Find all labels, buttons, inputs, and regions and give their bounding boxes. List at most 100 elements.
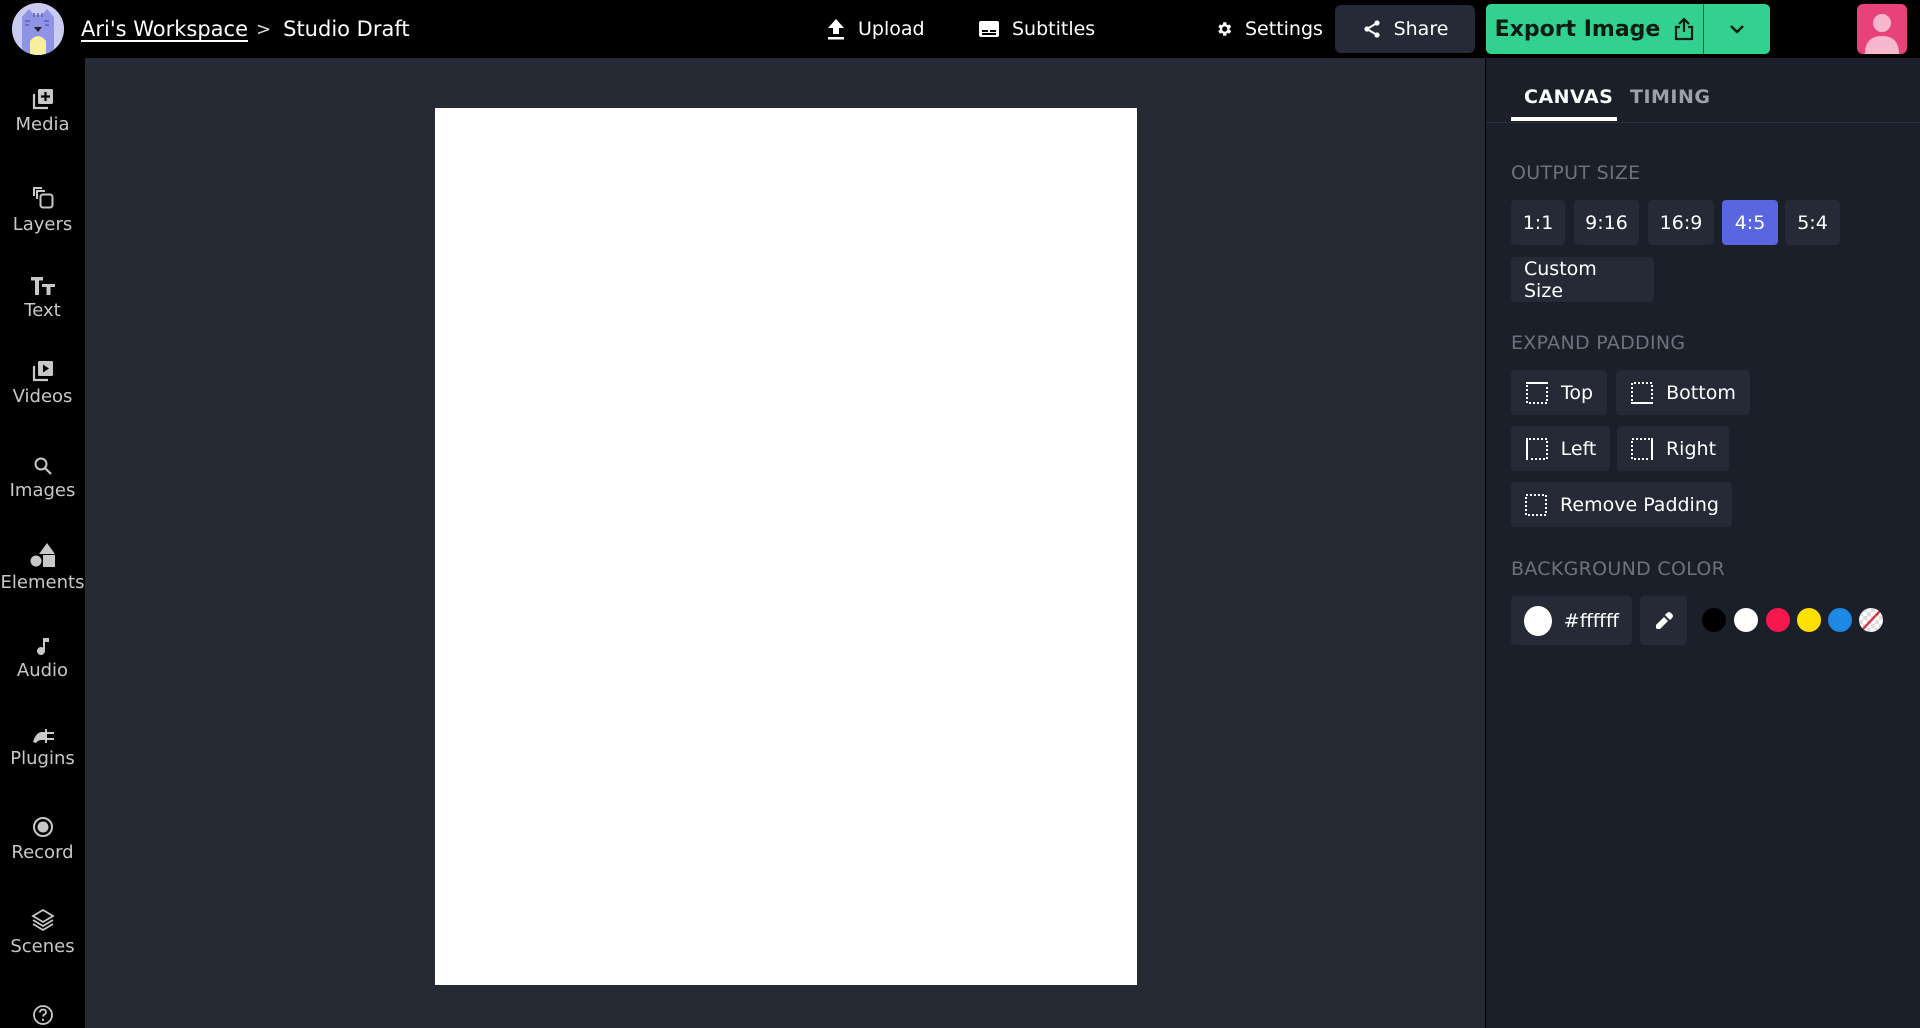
output-size-label: OUTPUT SIZE	[1511, 162, 1641, 184]
subtitles-icon	[979, 21, 999, 37]
export-label: Export Image	[1494, 16, 1661, 42]
plug-icon	[32, 729, 54, 743]
pad-bottom-label: Bottom	[1666, 381, 1736, 404]
sidebar-item-elements[interactable]: Elements	[0, 542, 85, 593]
stack-icon	[30, 908, 55, 932]
pad-top-icon	[1525, 381, 1548, 404]
custom-size-button[interactable]: Custom Size	[1511, 257, 1654, 302]
share-button[interactable]: Share	[1335, 5, 1475, 53]
editor-workspace	[85, 58, 1485, 1028]
video-play-icon	[32, 361, 53, 382]
user-icon	[1865, 14, 1899, 54]
swatch-blue[interactable]	[1828, 608, 1852, 632]
media-add-icon	[32, 89, 53, 110]
layers-icon	[32, 187, 53, 209]
workspace-link[interactable]: Ari's Workspace	[81, 17, 248, 41]
sidebar-label: Media	[15, 114, 70, 135]
upload-icon	[828, 19, 844, 40]
pad-left-button[interactable]: Left	[1511, 426, 1610, 471]
record-icon	[32, 817, 53, 837]
pad-left-icon	[1525, 437, 1548, 460]
remove-padding-label: Remove Padding	[1560, 493, 1719, 516]
share-label: Share	[1393, 18, 1449, 40]
current-color-swatch	[1524, 605, 1552, 636]
sidebar-label: Plugins	[10, 748, 75, 769]
upload-button[interactable]: Upload	[814, 5, 937, 53]
pad-bottom-icon	[1631, 381, 1654, 404]
export-share-icon	[1675, 17, 1694, 41]
tab-canvas[interactable]: CANVAS	[1524, 86, 1613, 108]
sidebar-item-record[interactable]: Record	[0, 816, 85, 863]
size-option-4-5[interactable]: 4:5	[1722, 200, 1778, 245]
sidebar-label: Text	[24, 300, 61, 321]
gear-icon	[1218, 22, 1232, 36]
help-icon	[32, 1005, 53, 1025]
sidebar-item-text[interactable]: Text	[0, 276, 85, 321]
share-icon	[1363, 20, 1380, 38]
pad-bottom-button[interactable]: Bottom	[1616, 370, 1750, 415]
tab-timing[interactable]: TIMING	[1630, 86, 1711, 108]
eyedropper-button[interactable]	[1640, 596, 1687, 645]
background-color-picker[interactable]: #ffffff	[1511, 596, 1632, 645]
text-icon	[30, 277, 55, 295]
sidebar-label: Videos	[12, 386, 73, 407]
sidebar-label: Images	[9, 480, 76, 501]
sidebar-label: Scenes	[10, 936, 75, 957]
sidebar-label: Record	[11, 842, 74, 863]
help-button[interactable]	[0, 1004, 85, 1026]
size-option-9-16[interactable]: 9:16	[1574, 200, 1639, 245]
settings-label: Settings	[1245, 18, 1323, 40]
sidebar-label: Audio	[16, 660, 69, 681]
sidebar-item-videos[interactable]: Videos	[0, 360, 85, 407]
remove-padding-button[interactable]: Remove Padding	[1511, 482, 1732, 527]
background-color-value[interactable]: #ffffff	[1564, 610, 1619, 632]
background-color-label: BACKGROUND COLOR	[1511, 558, 1726, 580]
sidebar-item-images[interactable]: Images	[0, 456, 85, 501]
swatch-red[interactable]	[1766, 608, 1790, 632]
chevron-down-icon	[1730, 25, 1744, 34]
sidebar-item-audio[interactable]: Audio	[0, 636, 85, 681]
search-icon	[34, 457, 52, 475]
subtitles-label: Subtitles	[1012, 18, 1096, 40]
swatch-white[interactable]	[1734, 608, 1758, 632]
size-option-5-4[interactable]: 5:4	[1785, 200, 1840, 245]
upload-label: Upload	[858, 18, 925, 40]
size-option-16-9[interactable]: 16:9	[1648, 200, 1714, 245]
sidebar-item-scenes[interactable]: Scenes	[0, 908, 85, 957]
project-title[interactable]: Studio Draft	[283, 17, 410, 41]
eyedropper-icon	[1655, 611, 1673, 629]
sidebar-item-plugins[interactable]: Plugins	[0, 726, 85, 769]
breadcrumb: Ari's Workspace > Studio Draft	[81, 0, 410, 58]
pad-top-button[interactable]: Top	[1511, 370, 1607, 415]
pad-left-label: Left	[1560, 437, 1597, 460]
export-button-group: Export Image	[1486, 4, 1770, 54]
pad-right-label: Right	[1665, 437, 1717, 460]
remove-padding-icon	[1525, 493, 1548, 516]
no-color-icon	[1862, 610, 1881, 630]
expand-padding-label: EXPAND PADDING	[1511, 332, 1686, 354]
left-sidebar: Media Layers Text Videos Images Elements	[0, 58, 85, 1028]
size-option-1-1[interactable]: 1:1	[1511, 200, 1565, 245]
pad-top-label: Top	[1560, 381, 1594, 404]
subtitles-button[interactable]: Subtitles	[966, 5, 1107, 53]
swatch-transparent[interactable]	[1859, 608, 1883, 632]
pad-right-button[interactable]: Right	[1617, 426, 1729, 471]
export-image-button[interactable]: Export Image	[1486, 4, 1703, 54]
properties-panel: CANVAS TIMING OUTPUT SIZE 1:1 9:16 16:9 …	[1486, 58, 1920, 1028]
export-dropdown-button[interactable]	[1704, 4, 1770, 54]
settings-button[interactable]: Settings	[1203, 5, 1335, 53]
sidebar-label: Elements	[0, 572, 85, 593]
workspace-logo[interactable]	[12, 3, 64, 55]
panel-tabs: CANVAS TIMING	[1486, 58, 1920, 123]
swatch-yellow[interactable]	[1797, 608, 1821, 632]
top-bar: Ari's Workspace > Studio Draft Upload Su…	[0, 0, 1920, 58]
active-tab-indicator	[1511, 117, 1617, 121]
breadcrumb-separator: >	[256, 18, 272, 40]
sidebar-item-media[interactable]: Media	[0, 88, 85, 135]
design-canvas[interactable]	[435, 108, 1137, 985]
music-note-icon	[36, 638, 49, 655]
pad-right-icon	[1630, 437, 1653, 460]
user-avatar[interactable]	[1857, 4, 1907, 54]
sidebar-item-layers[interactable]: Layers	[0, 186, 85, 235]
swatch-black[interactable]	[1702, 608, 1726, 632]
